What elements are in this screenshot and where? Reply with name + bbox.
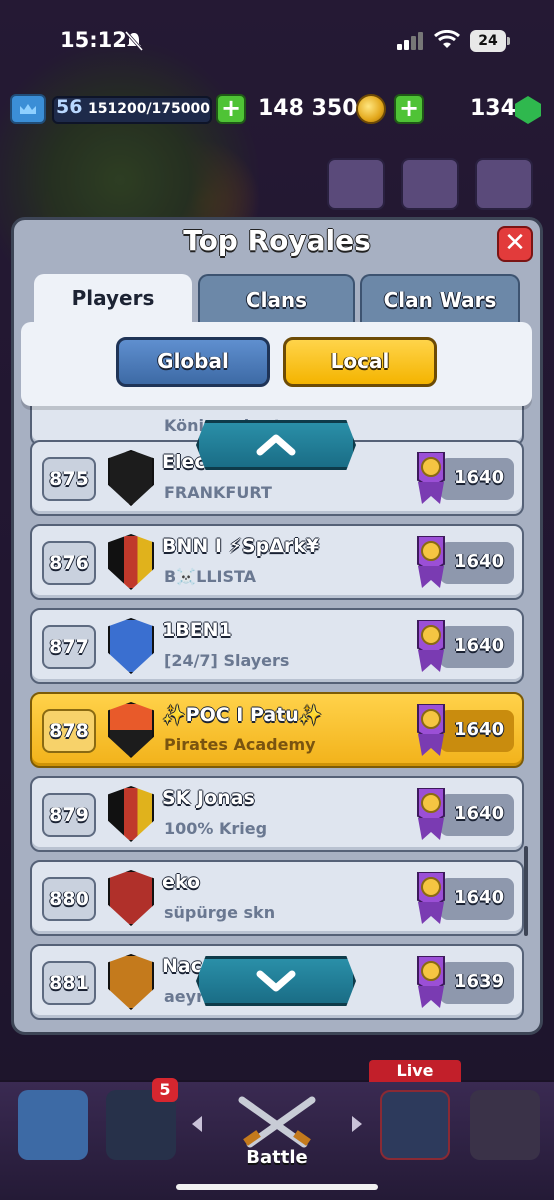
battery-indicator: 24 (470, 30, 506, 52)
table-row[interactable]: 880 eko süpürge skn 1640 (30, 860, 524, 936)
clan-badge-icon (108, 450, 154, 506)
xp-value: 151200/175000 (88, 101, 211, 117)
close-button[interactable]: ✕ (497, 226, 533, 262)
row-rank: 881 (42, 961, 96, 1005)
table-row[interactable]: 877 1BEN1 [24/7] Slayers 1640 (30, 608, 524, 684)
row-trophies: 1640 (454, 635, 505, 656)
row-trophies: 1640 (454, 467, 505, 488)
trophy-icon (417, 872, 445, 924)
row-clan: süpürge skn (164, 903, 276, 922)
row-player-name: eko (162, 871, 201, 893)
row-clan: Pirates Academy (164, 735, 316, 754)
live-events-icon[interactable] (380, 1090, 450, 1160)
battery-cap (507, 37, 510, 45)
row-player-name: 1BEN1 (162, 619, 232, 641)
scroll-up-button[interactable] (196, 420, 356, 470)
row-clan: FRANKFURT (164, 483, 272, 502)
row-player-name: BNN I ⚡SpΔrk¥ (162, 535, 320, 557)
table-row[interactable]: 876 BNN I ⚡SpΔrk¥ B☠️LLISTA 1640 (30, 524, 524, 600)
list-scrollbar[interactable] (524, 846, 528, 936)
row-player-name: Elec (162, 451, 206, 473)
trophy-icon (417, 788, 445, 840)
row-player-name: ✨POC I Patu✨ (162, 704, 323, 726)
trophy-icon (417, 956, 445, 1008)
trophy-icon (417, 536, 445, 588)
trophy-icon (417, 452, 445, 504)
row-player-name: SK Jonas (162, 787, 255, 809)
table-row[interactable]: 879 SK Jonas 100% Krieg 1640 (30, 776, 524, 852)
home-indicator (176, 1184, 378, 1190)
region-filter-strip (21, 322, 532, 406)
tab-clan-wars[interactable]: Clan Wars (360, 274, 520, 324)
row-trophies: 1640 (454, 803, 505, 824)
trophy-icon (417, 620, 445, 672)
tab-players[interactable]: Players (34, 274, 192, 324)
friends-icon[interactable] (327, 158, 385, 210)
row-clan: aeyr (164, 987, 204, 1006)
resource-bar: 56 151200/175000 + 148 350 + 134 (0, 88, 554, 132)
chevron-down-icon (256, 970, 296, 992)
local-filter-button[interactable]: Local (283, 337, 437, 387)
global-filter-button[interactable]: Global (116, 337, 270, 387)
cards-notification-badge: 5 (152, 1078, 178, 1102)
leaderboard-list[interactable]: Königsrekruten 875 Elec FRANKFURT 1640 8… (21, 406, 532, 1020)
battle-swords-icon[interactable] (232, 1094, 322, 1150)
clan-badge-icon (108, 954, 154, 1010)
row-clan: 100% Krieg (164, 819, 268, 838)
row-rank: 879 (42, 793, 96, 837)
signal-icon (397, 32, 423, 50)
add-gems-button[interactable]: + (394, 94, 424, 124)
clan-badge-icon (108, 534, 154, 590)
row-rank: 877 (42, 625, 96, 669)
player-level: 56 (56, 96, 83, 118)
wifi-icon (434, 30, 460, 48)
menu-icon[interactable] (475, 158, 533, 210)
gold-coin-icon (356, 94, 386, 124)
bell-muted-icon (125, 31, 143, 51)
row-rank: 880 (42, 877, 96, 921)
clan-icon[interactable] (470, 1090, 540, 1160)
row-trophies: 1640 (454, 551, 505, 572)
row-player-name: Nac (162, 955, 202, 977)
clan-badge-icon (108, 618, 154, 674)
row-rank: 875 (42, 457, 96, 501)
row-rank: 876 (42, 541, 96, 585)
live-tag: Live (369, 1060, 461, 1082)
chevron-up-icon (256, 434, 296, 456)
row-clan: B☠️LLISTA (164, 567, 257, 586)
trophy-icon (417, 704, 445, 756)
row-clan: [24/7] Slayers (164, 651, 290, 670)
panel-title: Top Royales (183, 224, 371, 257)
clan-badge-icon (108, 702, 154, 758)
scroll-down-button[interactable] (196, 956, 356, 1006)
row-trophies: 1640 (454, 719, 505, 740)
row-trophies: 1640 (454, 887, 505, 908)
gem-amount: 134 (470, 96, 516, 121)
news-icon[interactable] (401, 158, 459, 210)
clan-badge-icon (108, 786, 154, 842)
table-row-current-player[interactable]: 878 ✨POC I Patu✨ Pirates Academy 1640 (30, 692, 524, 768)
status-time: 15:12 (60, 28, 127, 52)
gold-amount: 148 350 (258, 96, 358, 121)
crown-level-icon[interactable] (10, 94, 46, 124)
add-gold-button[interactable]: + (216, 94, 246, 124)
nav-left-arrow-icon[interactable] (190, 1115, 204, 1133)
status-bar: 15:12 24 (0, 0, 554, 80)
tab-clans[interactable]: Clans (198, 274, 355, 324)
clan-badge-icon (108, 870, 154, 926)
row-rank: 878 (42, 709, 96, 753)
nav-right-arrow-icon[interactable] (350, 1115, 364, 1133)
row-trophies: 1639 (454, 971, 505, 992)
